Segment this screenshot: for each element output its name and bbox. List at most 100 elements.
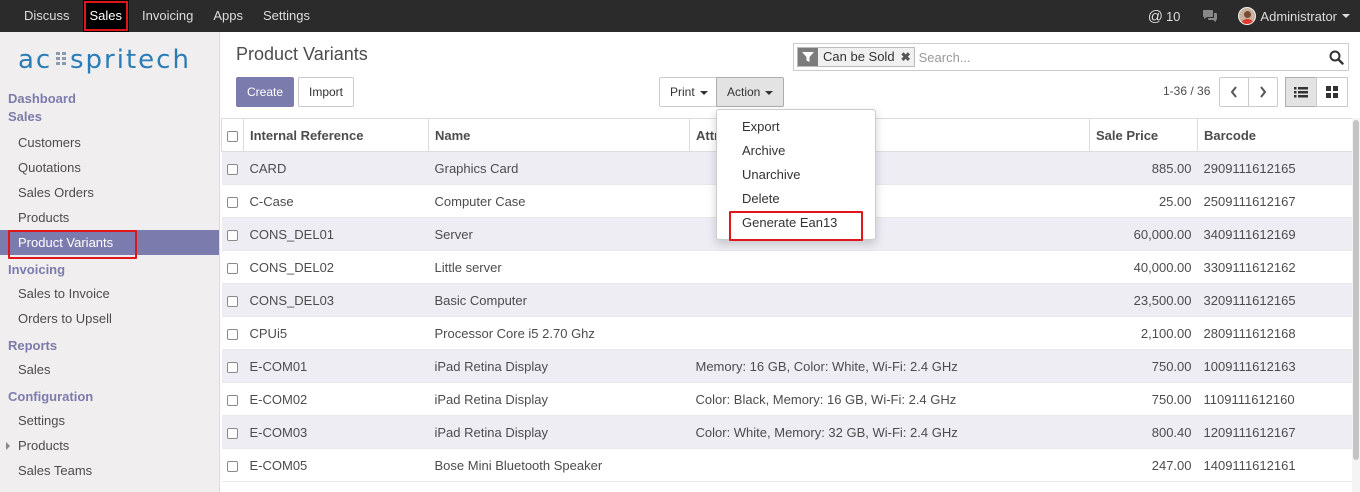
- cell-name[interactable]: iPad Retina Display: [428, 349, 690, 383]
- action-export[interactable]: Export: [717, 115, 875, 139]
- menu-invoicing[interactable]: Invoicing: [132, 0, 203, 32]
- scrollbar-thumb[interactable]: [1353, 120, 1359, 460]
- cell-barcode[interactable]: 1109111612160: [1197, 382, 1352, 416]
- row-checkbox-cell[interactable]: [221, 151, 244, 185]
- cell-barcode[interactable]: 3309111612162: [1197, 250, 1352, 284]
- checkbox[interactable]: [227, 460, 238, 472]
- cell-barcode[interactable]: 2809111612168: [1197, 316, 1352, 350]
- checkbox[interactable]: [227, 130, 238, 142]
- cell-barcode[interactable]: 3209111612165: [1197, 283, 1352, 317]
- sidebar-item-products[interactable]: Products: [0, 205, 219, 230]
- column-header-sale-price[interactable]: Sale Price: [1089, 118, 1198, 152]
- sidebar-item-orders-to-upsell[interactable]: Orders to Upsell: [0, 306, 219, 331]
- sidebar-item-config-settings[interactable]: Settings: [0, 408, 219, 433]
- cell-sale-price[interactable]: 885.00: [1089, 151, 1198, 185]
- action-delete[interactable]: Delete: [717, 187, 875, 211]
- checkbox[interactable]: [227, 394, 238, 406]
- table-row[interactable]: E-COM02 iPad Retina Display Color: Black, …: [221, 382, 1352, 416]
- search-icon[interactable]: [1324, 50, 1348, 65]
- pager-value[interactable]: 1-36 / 36: [1163, 84, 1210, 98]
- menu-settings[interactable]: Settings: [253, 0, 320, 32]
- table-row[interactable]: CONS_DEL02 Little server 40,000.00 33091116…: [221, 250, 1352, 284]
- chat-icon[interactable]: [1190, 9, 1230, 23]
- checkbox[interactable]: [227, 262, 238, 274]
- checkbox[interactable]: [227, 361, 238, 373]
- table-row[interactable]: E-COM03 iPad Retina Display Color: White, …: [221, 415, 1352, 449]
- import-button[interactable]: Import: [298, 77, 355, 107]
- cell-sale-price[interactable]: 40,000.00: [1089, 250, 1198, 284]
- table-row[interactable]: CPUi5 Processor Core i5 2.70 Ghz 2,100.00 2…: [221, 316, 1352, 350]
- checkbox[interactable]: [227, 295, 238, 307]
- cell-attribute-values[interactable]: [689, 250, 1090, 284]
- search-input[interactable]: [914, 46, 1324, 68]
- cell-name[interactable]: Computer Case: [428, 184, 690, 218]
- cell-internal-reference[interactable]: E-COM05: [243, 448, 429, 482]
- cell-name[interactable]: Bose Mini Bluetooth Speaker: [428, 448, 690, 482]
- sidebar-item-product-variants[interactable]: Product Variants: [0, 230, 219, 259]
- cell-name[interactable]: Server: [428, 217, 690, 251]
- cell-attribute-values[interactable]: Color: White, Memory: 32 GB, Wi-Fi: 2.4 …: [689, 415, 1090, 449]
- cell-name[interactable]: Basic Computer: [428, 283, 690, 317]
- cell-attribute-values[interactable]: [689, 283, 1090, 317]
- column-header-internal-reference[interactable]: Internal Reference: [243, 118, 429, 152]
- remove-icon[interactable]: ✖: [898, 48, 914, 66]
- row-checkbox-cell[interactable]: [221, 283, 244, 317]
- cell-name[interactable]: iPad Retina Display: [428, 382, 690, 416]
- action-unarchive[interactable]: Unarchive: [717, 163, 875, 187]
- search-facet[interactable]: Can be Sold ✖: [797, 47, 915, 67]
- cell-sale-price[interactable]: 2,100.00: [1089, 316, 1198, 350]
- cell-internal-reference[interactable]: CONS_DEL03: [243, 283, 429, 317]
- table-row[interactable]: CONS_DEL03 Basic Computer 23,500.00 3209111…: [221, 283, 1352, 317]
- cell-internal-reference[interactable]: CONS_DEL01: [243, 217, 429, 251]
- column-header-barcode[interactable]: Barcode: [1197, 118, 1352, 152]
- pager-next-button[interactable]: [1248, 77, 1278, 107]
- cell-sale-price[interactable]: 23,500.00: [1089, 283, 1198, 317]
- action-button[interactable]: Action: [716, 77, 785, 107]
- cell-name[interactable]: Processor Core i5 2.70 Ghz: [428, 316, 690, 350]
- sidebar-item-config-products[interactable]: Products: [0, 433, 219, 458]
- kanban-view-button[interactable]: [1316, 77, 1348, 107]
- cell-internal-reference[interactable]: E-COM02: [243, 382, 429, 416]
- cell-sale-price[interactable]: 247.00: [1089, 448, 1198, 482]
- table-row[interactable]: E-COM01 iPad Retina Display Memory: 16 GB,…: [221, 349, 1352, 383]
- checkbox[interactable]: [227, 196, 238, 208]
- sidebar-item-sales-orders[interactable]: Sales Orders: [0, 180, 219, 205]
- row-checkbox-cell[interactable]: [221, 415, 244, 449]
- checkbox[interactable]: [227, 229, 238, 241]
- menu-apps[interactable]: Apps: [203, 0, 253, 32]
- cell-internal-reference[interactable]: E-COM01: [243, 349, 429, 383]
- cell-internal-reference[interactable]: CARD: [243, 151, 429, 185]
- cell-internal-reference[interactable]: CONS_DEL02: [243, 250, 429, 284]
- cell-name[interactable]: Graphics Card: [428, 151, 690, 185]
- cell-attribute-values[interactable]: [689, 316, 1090, 350]
- sidebar-dashboard[interactable]: Dashboard: [0, 90, 219, 108]
- checkbox[interactable]: [227, 163, 238, 175]
- user-menu[interactable]: Administrator: [1230, 7, 1356, 25]
- mentions-button[interactable]: @ 10: [1138, 8, 1191, 25]
- cell-sale-price[interactable]: 60,000.00: [1089, 217, 1198, 251]
- row-checkbox-cell[interactable]: [221, 448, 244, 482]
- checkbox[interactable]: [227, 427, 238, 439]
- sidebar-item-reports-sales[interactable]: Sales: [0, 357, 219, 382]
- cell-barcode[interactable]: 1209111612167: [1197, 415, 1352, 449]
- table-row[interactable]: E-COM05 Bose Mini Bluetooth Speaker 247.00…: [221, 448, 1352, 482]
- row-checkbox-cell[interactable]: [221, 217, 244, 251]
- cell-barcode[interactable]: 1409111612161: [1197, 448, 1352, 482]
- row-checkbox-cell[interactable]: [221, 316, 244, 350]
- cell-attribute-values[interactable]: Memory: 16 GB, Color: White, Wi-Fi: 2.4 …: [689, 349, 1090, 383]
- menu-sales[interactable]: Sales: [82, 0, 130, 32]
- checkbox[interactable]: [227, 328, 238, 340]
- cell-sale-price[interactable]: 25.00: [1089, 184, 1198, 218]
- action-generate-ean13[interactable]: Generate Ean13: [717, 211, 875, 241]
- search-bar[interactable]: Can be Sold ✖: [793, 43, 1349, 71]
- create-button[interactable]: Create: [236, 77, 295, 107]
- cell-attribute-values[interactable]: [689, 448, 1090, 482]
- cell-attribute-values[interactable]: Color: Black, Memory: 16 GB, Wi-Fi: 2.4 …: [689, 382, 1090, 416]
- cell-internal-reference[interactable]: C-Case: [243, 184, 429, 218]
- sidebar-item-quotations[interactable]: Quotations: [0, 155, 219, 180]
- menu-discuss[interactable]: Discuss: [14, 0, 80, 32]
- column-header-name[interactable]: Name: [428, 118, 690, 152]
- cell-barcode[interactable]: 2909111612165: [1197, 151, 1352, 185]
- pager-previous-button[interactable]: [1219, 77, 1249, 107]
- row-checkbox-cell[interactable]: [221, 184, 244, 218]
